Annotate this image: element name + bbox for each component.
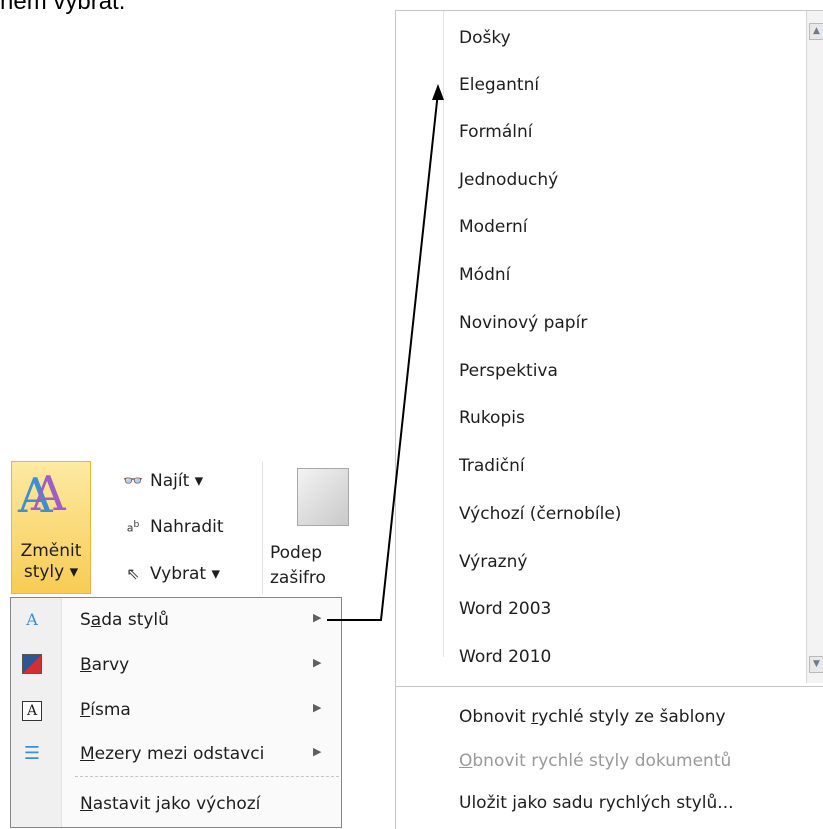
arrowhead-icon: [432, 84, 444, 100]
connector-arrow: [327, 84, 444, 621]
connector-line: [327, 91, 439, 621]
